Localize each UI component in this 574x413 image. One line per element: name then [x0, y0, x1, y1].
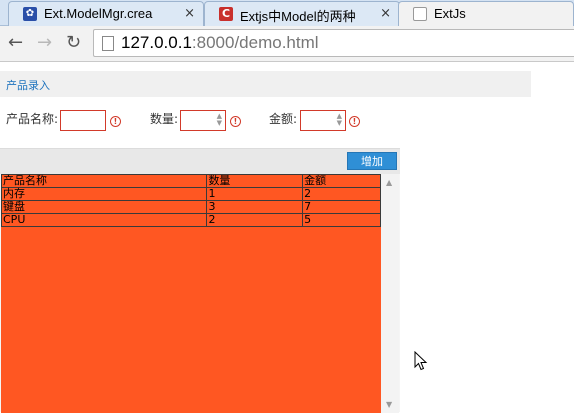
error-icon: !: [110, 116, 121, 127]
spinner-arrows-icon[interactable]: ▲ ▼: [217, 113, 222, 127]
quantity-label: 数量:: [150, 112, 179, 126]
close-icon[interactable]: ×: [380, 6, 391, 21]
column-header-amount[interactable]: 金额: [302, 174, 381, 188]
tab-title: Ext.ModelMgr.crea: [44, 6, 153, 21]
error-icon: !: [349, 116, 360, 127]
scroll-down-icon[interactable]: ▼: [386, 400, 392, 409]
panel-header: 产品录入: [0, 71, 531, 97]
tab-strip: ✿ Ext.ModelMgr.crea × C Extjs中Model的两种 ×…: [0, 0, 574, 27]
forward-arrow-icon[interactable]: →: [37, 32, 52, 53]
product-name-input[interactable]: [60, 110, 106, 131]
address-bar[interactable]: 127.0.0.1:8000/demo.html: [93, 29, 574, 57]
table-row[interactable]: 内存 1 2: [0, 187, 381, 201]
cell-name: CPU: [0, 213, 208, 227]
tab-title: Extjs中Model的两种: [240, 9, 356, 24]
column-header-name[interactable]: 产品名称: [0, 174, 208, 188]
cell-name: 键盘: [0, 200, 208, 214]
url-path: :8000/demo.html: [191, 33, 319, 52]
page-icon: [102, 36, 114, 51]
url-text: 127.0.0.1:8000/demo.html: [121, 33, 319, 53]
csdn-c-icon: C: [219, 7, 233, 21]
cell-amount: 2: [302, 187, 381, 201]
close-icon[interactable]: ×: [184, 6, 195, 21]
document-icon: [413, 7, 427, 21]
paw-icon: ✿: [23, 7, 37, 21]
column-header-quantity[interactable]: 数量: [206, 174, 304, 188]
mouse-cursor-icon: [414, 351, 428, 371]
grid-body: 产品名称 数量 金额 内存 1 2 键盘 3 7 CPU 2 5: [0, 174, 381, 413]
amount-stepper[interactable]: ▲ ▼: [300, 110, 346, 131]
cell-quantity: 2: [206, 213, 304, 227]
url-host: 127.0.0.1: [121, 33, 192, 52]
error-icon: !: [230, 116, 241, 127]
product-grid: 增加 产品名称 数量 金额 内存 1 2 键盘 3 7 CPU 2 5 ▲ ▼: [0, 148, 400, 413]
amount-label: 金额:: [269, 112, 298, 126]
reload-icon[interactable]: ↻: [66, 32, 81, 53]
page-content: 产品录入 产品名称: ! 数量: ▲ ▼ ! 金额: ▲ ▼ ! 增加 产品名称…: [0, 63, 574, 413]
scroll-up-icon[interactable]: ▲: [386, 178, 392, 187]
browser-toolbar: ← → ↻ 127.0.0.1:8000/demo.html: [0, 26, 574, 62]
cell-quantity: 3: [206, 200, 304, 214]
cell-amount: 7: [302, 200, 381, 214]
quantity-stepper[interactable]: ▲ ▼: [180, 110, 226, 131]
product-table: 产品名称 数量 金额 内存 1 2 键盘 3 7 CPU 2 5: [0, 174, 381, 227]
spinner-arrows-icon[interactable]: ▲ ▼: [337, 113, 342, 127]
table-row[interactable]: CPU 2 5: [0, 213, 381, 227]
table-row[interactable]: 键盘 3 7: [0, 200, 381, 214]
cell-amount: 5: [302, 213, 381, 227]
product-name-label: 产品名称:: [6, 112, 59, 126]
tab-title: ExtJs: [434, 6, 466, 21]
grid-toolbar: 增加: [0, 149, 400, 174]
grid-scrollbar[interactable]: ▲ ▼: [381, 174, 399, 413]
browser-tab-modelmgr[interactable]: ✿ Ext.ModelMgr.crea ×: [8, 1, 204, 26]
panel-title: 产品录入: [6, 79, 50, 92]
browser-tab-extjs[interactable]: ExtJs: [398, 1, 574, 27]
add-button[interactable]: 增加: [347, 152, 397, 170]
cell-quantity: 1: [206, 187, 304, 201]
back-arrow-icon[interactable]: ←: [8, 32, 23, 53]
table-header-row: 产品名称 数量 金额: [0, 174, 381, 188]
browser-tab-extjs-model[interactable]: C Extjs中Model的两种 ×: [204, 1, 400, 26]
cell-name: 内存: [0, 187, 208, 201]
product-form-panel: 产品录入 产品名称: ! 数量: ▲ ▼ ! 金额: ▲ ▼ ! 增加 产品名称…: [0, 71, 531, 413]
